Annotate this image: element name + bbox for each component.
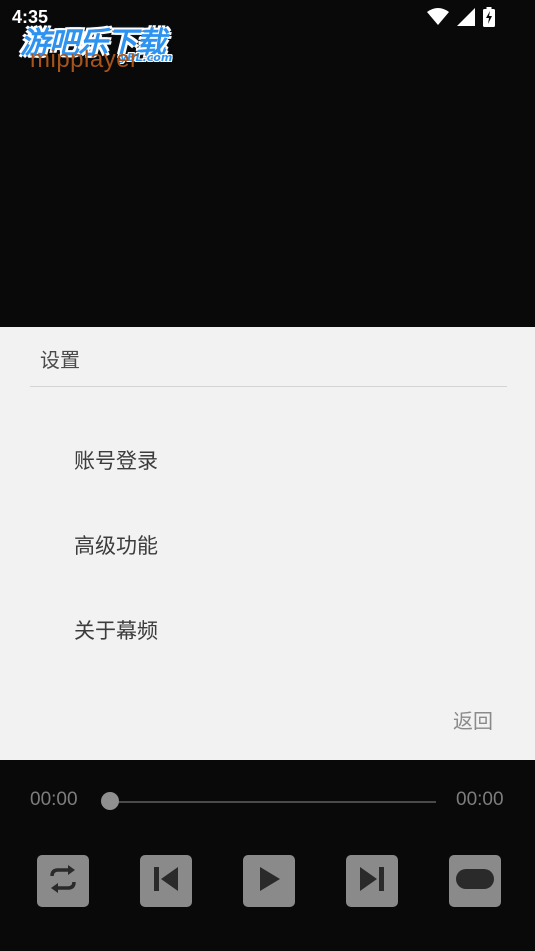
skip-next-icon — [357, 864, 387, 898]
play-icon — [254, 864, 284, 898]
settings-dialog: 设置 账号登录 高级功能 关于幕频 返回 — [0, 327, 535, 760]
repeat-icon — [46, 864, 80, 898]
skip-previous-icon — [151, 864, 181, 898]
previous-button[interactable] — [140, 855, 192, 907]
menu-item-advanced-features[interactable]: 高级功能 — [0, 513, 535, 573]
app-logo: mipplayer — [30, 46, 139, 73]
seek-bar[interactable] — [110, 801, 436, 803]
next-button[interactable] — [346, 855, 398, 907]
menu-item-label: 关于幕频 — [74, 619, 158, 643]
cell-signal-icon — [457, 8, 475, 30]
play-button[interactable] — [243, 855, 295, 907]
toggle-button[interactable] — [449, 855, 501, 907]
total-time: 00:00 — [456, 789, 504, 810]
menu-item-label: 高级功能 — [74, 534, 158, 558]
battery-charging-icon — [483, 7, 495, 31]
menu-item-account-login[interactable]: 账号登录 — [0, 428, 535, 488]
current-time: 00:00 — [30, 789, 78, 810]
repeat-button[interactable] — [37, 855, 89, 907]
wifi-icon — [427, 8, 449, 30]
dialog-divider — [30, 386, 507, 387]
seek-thumb[interactable] — [101, 792, 119, 810]
menu-item-about[interactable]: 关于幕频 — [0, 598, 535, 658]
back-button[interactable]: 返回 — [453, 705, 493, 734]
toggle-pill-icon — [455, 867, 495, 895]
status-icons — [427, 7, 495, 31]
menu-item-label: 账号登录 — [74, 449, 158, 473]
dialog-title: 设置 — [40, 348, 80, 372]
